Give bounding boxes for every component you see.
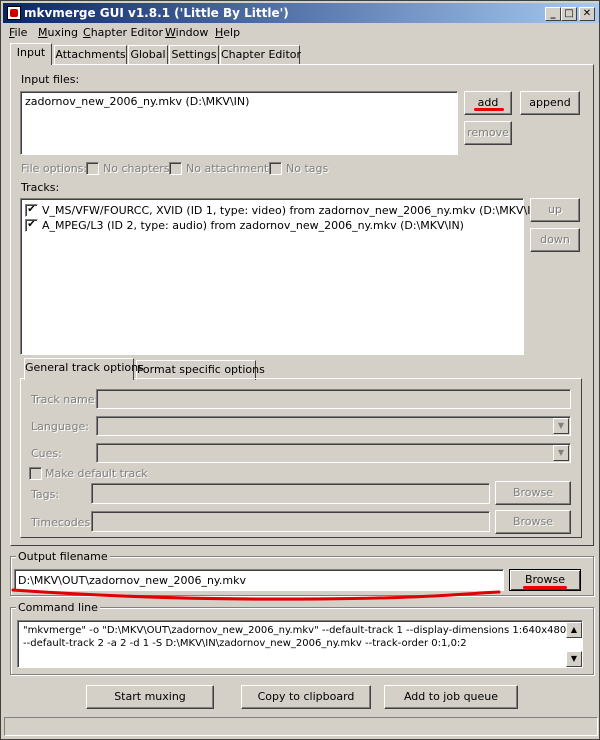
language-label: Language: (31, 420, 89, 433)
make-default-label: Make default track (45, 467, 148, 480)
tags-label: Tags: (31, 488, 60, 501)
append-button[interactable]: append (520, 91, 580, 115)
menu-bar: File Muxing Chapter Editor Window Help (3, 24, 599, 42)
timecodes-browse-button[interactable]: Browse (495, 510, 571, 534)
menu-window[interactable]: Window (165, 26, 208, 39)
track-label: V_MS/VFW/FOURCC, XVID (ID 1, type: video… (42, 204, 543, 217)
input-file-item[interactable]: zadornov_new_2006_ny.mkv (D:\MKV\IN) (25, 95, 249, 108)
track-name-label: Track name: (31, 393, 99, 406)
command-line-label: Command line (16, 601, 100, 614)
track-row[interactable]: ✔ A_MPEG/L3 (ID 2, type: audio) from zad… (25, 218, 515, 233)
tab-global[interactable]: Global (128, 45, 168, 65)
close-button[interactable]: ✕ (579, 7, 595, 21)
input-files-label: Input files: (21, 73, 80, 86)
timecodes-input[interactable] (91, 511, 490, 532)
output-filename-value: D:\MKV\OUT\zadornov_new_2006_ny.mkv (18, 574, 246, 587)
tracks-label: Tracks: (21, 181, 60, 194)
tags-input[interactable] (91, 483, 490, 504)
tab-chapter-editor[interactable]: Chapter Editor (220, 45, 301, 65)
no-chapters-label: No chapters (103, 162, 170, 175)
cues-label: Cues: (31, 447, 62, 460)
menu-chapter-editor[interactable]: Chapter Editor (83, 26, 163, 39)
up-button[interactable]: up (530, 198, 580, 222)
command-line-text-1: "mkvmerge" -o "D:\MKV\OUT\zadornov_new_2… (23, 625, 567, 636)
status-bar (4, 717, 598, 736)
timecodes-label: Timecodes: (31, 516, 94, 529)
main-window: mkvmerge GUI v1.8.1 ('Little By Little')… (0, 0, 600, 740)
no-attachments-label: No attachments (186, 162, 275, 175)
file-options-label: File options: (21, 162, 88, 175)
no-attachments-checkbox[interactable] (169, 162, 182, 175)
tab-attachments[interactable]: Attachments (54, 45, 127, 65)
add-button[interactable]: add (464, 91, 512, 115)
copy-to-clipboard-button[interactable]: Copy to clipboard (241, 685, 371, 709)
add-to-job-queue-button[interactable]: Add to job queue (384, 685, 518, 709)
language-select[interactable]: ▼ (96, 416, 571, 436)
annotation-underline-browse (523, 586, 567, 589)
menu-help[interactable]: Help (215, 26, 240, 39)
start-muxing-button[interactable]: Start muxing (86, 685, 214, 709)
menu-muxing[interactable]: Muxing (38, 26, 78, 39)
tab-format-specific-options[interactable]: Format specific options (136, 360, 265, 380)
annotation-underline-add (474, 108, 504, 111)
tab-settings[interactable]: Settings (169, 45, 219, 65)
track-row[interactable]: ✔ V_MS/VFW/FOURCC, XVID (ID 1, type: vid… (25, 203, 543, 218)
command-line-box[interactable]: "mkvmerge" -o "D:\MKV\OUT\zadornov_new_2… (17, 620, 583, 668)
track-checkbox[interactable]: ✔ (25, 219, 38, 232)
scroll-up-icon[interactable]: ▲ (566, 622, 582, 638)
window-title: mkvmerge GUI v1.8.1 ('Little By Little') (24, 6, 289, 20)
no-tags-label: No tags (286, 162, 329, 175)
tab-input[interactable]: Input (10, 43, 52, 65)
command-line-text-2: --default-track 2 -a 2 -d 1 -S D:\MKV\IN… (23, 638, 467, 649)
tags-browse-button[interactable]: Browse (495, 481, 571, 505)
menu-file[interactable]: File (9, 26, 27, 39)
track-label: A_MPEG/L3 (ID 2, type: audio) from zador… (42, 219, 464, 232)
down-button[interactable]: down (530, 228, 580, 252)
cues-select[interactable]: ▼ (96, 443, 571, 463)
chevron-down-icon[interactable]: ▼ (553, 418, 569, 434)
minimize-button[interactable]: _ (545, 7, 561, 21)
output-browse-label: Browse (524, 573, 566, 586)
input-files-list[interactable]: zadornov_new_2006_ny.mkv (D:\MKV\IN) (20, 91, 458, 155)
chevron-down-icon[interactable]: ▼ (553, 445, 569, 461)
no-chapters-checkbox[interactable] (86, 162, 99, 175)
maximize-button[interactable]: □ (561, 7, 577, 21)
scroll-down-icon[interactable]: ▼ (566, 651, 582, 667)
track-checkbox[interactable]: ✔ (25, 204, 38, 217)
remove-button[interactable]: remove (464, 121, 512, 145)
tracks-list[interactable]: ✔ V_MS/VFW/FOURCC, XVID (ID 1, type: vid… (20, 198, 543, 355)
app-icon[interactable] (7, 6, 21, 20)
output-filename-label: Output filename (16, 550, 110, 563)
make-default-checkbox[interactable] (29, 467, 42, 480)
title-bar[interactable]: mkvmerge GUI v1.8.1 ('Little By Little')… (3, 3, 599, 23)
no-tags-checkbox[interactable] (269, 162, 282, 175)
tab-general-track-options[interactable]: General track options (24, 358, 144, 380)
track-name-input[interactable] (96, 389, 571, 409)
